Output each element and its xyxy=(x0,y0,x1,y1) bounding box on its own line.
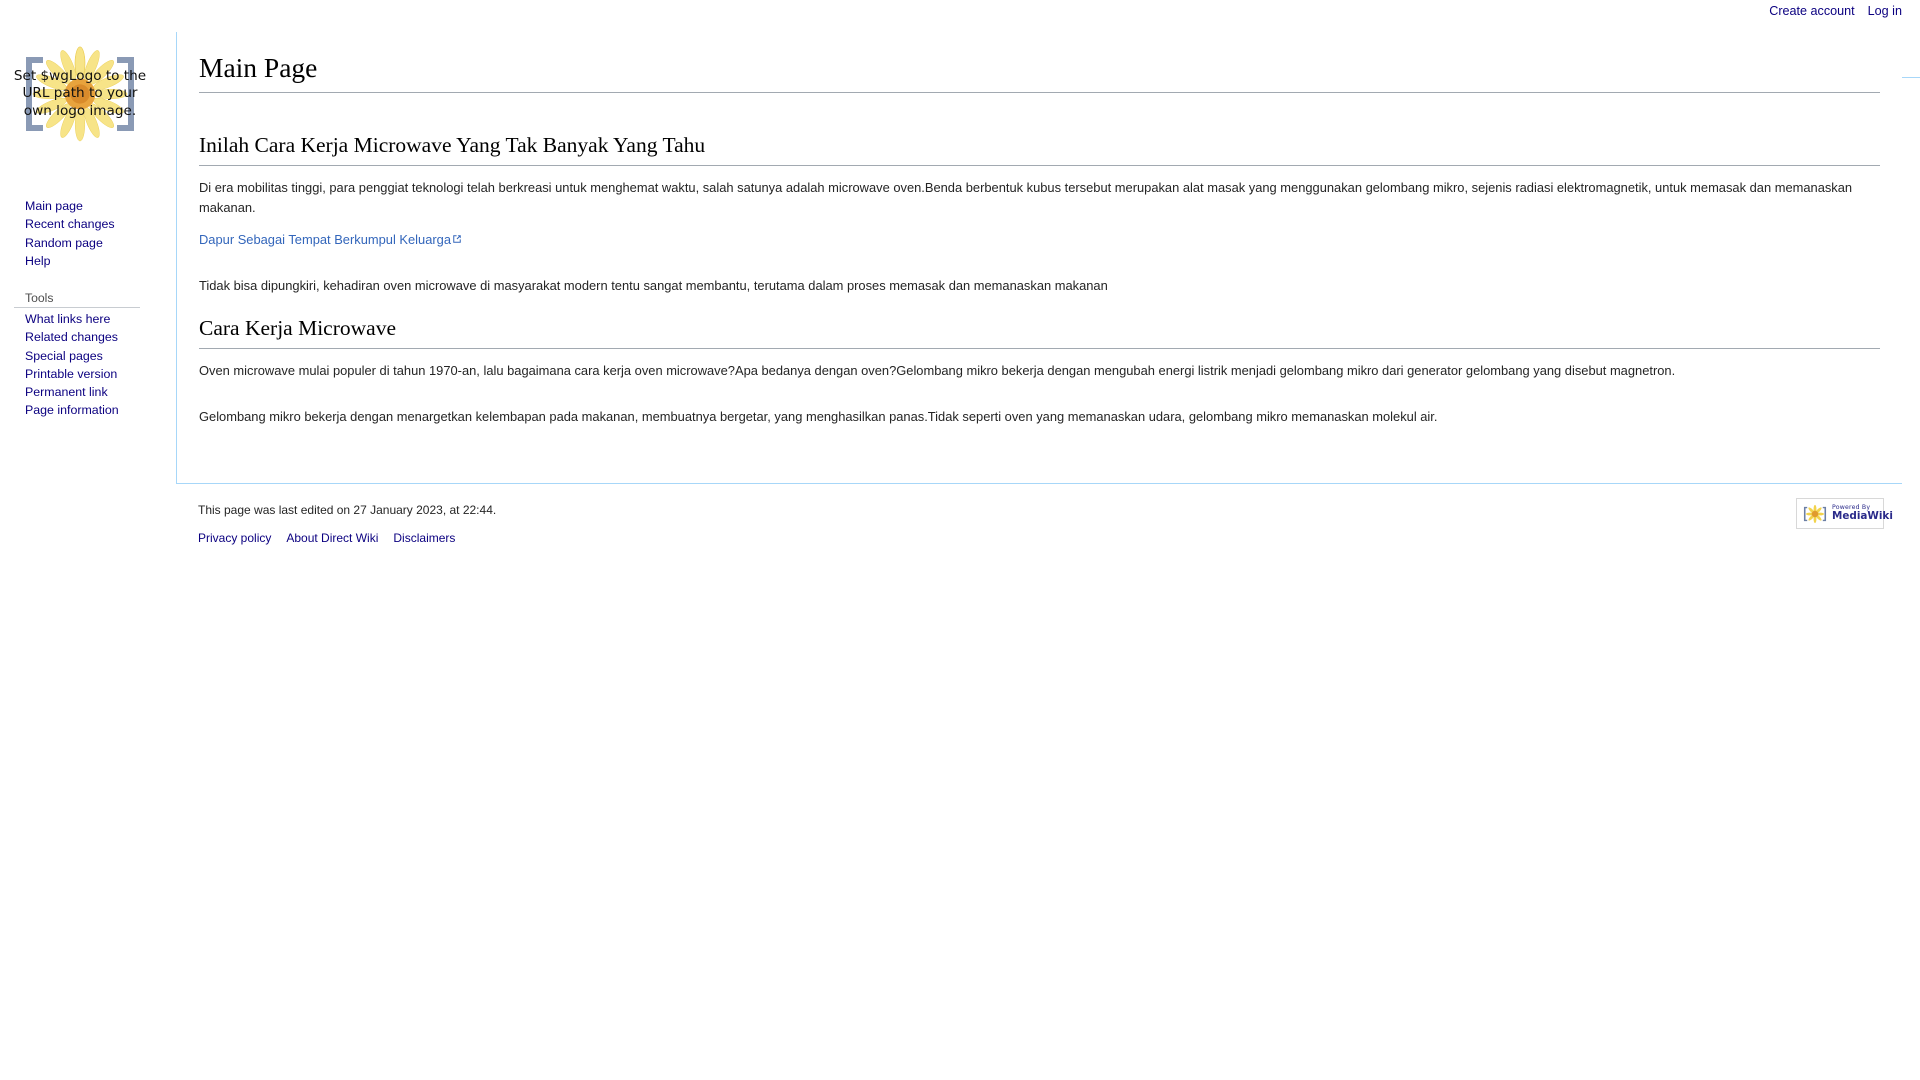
sidebar-item-special-pages[interactable]: Special pages xyxy=(14,348,176,366)
mediawiki-sunflower-icon xyxy=(1803,504,1827,523)
section-heading-1: Inilah Cara Kerja Microwave Yang Tak Ban… xyxy=(199,129,1880,167)
external-link-paragraph: Dapur Sebagai Tempat Berkumpul Keluarga xyxy=(199,230,1880,250)
article-content: Main Page Inilah Cara Kerja Microwave Ya… xyxy=(176,32,1902,484)
sidebar-link-what-links-here[interactable]: What links here xyxy=(25,312,110,326)
sidebar-link-help[interactable]: Help xyxy=(25,254,50,268)
sidebar-link-page-information[interactable]: Page information xyxy=(25,403,119,417)
section2-paragraph-1: Oven microwave mulai populer di tahun 19… xyxy=(199,363,1676,379)
sunflower-icon xyxy=(32,46,128,142)
page-footer: This page was last edited on 27 January … xyxy=(176,484,1902,555)
footer-links: Privacy policy About Direct Wiki Disclai… xyxy=(198,531,1880,545)
sidebar-link-printable-version[interactable]: Printable version xyxy=(25,367,117,381)
section-heading-2: Cara Kerja Microwave xyxy=(199,312,1880,350)
section1-paragraph-2: Tidak bisa dipungkiri, kehadiran oven mi… xyxy=(199,278,1108,294)
external-link-icon xyxy=(453,235,461,243)
footer-link-privacy-policy[interactable]: Privacy policy xyxy=(198,531,271,545)
sidebar-link-special-pages[interactable]: Special pages xyxy=(25,349,103,363)
footer-link-about[interactable]: About Direct Wiki xyxy=(286,531,378,545)
sidebar-item-help[interactable]: Help xyxy=(14,253,176,271)
sidebar-item-recent-changes[interactable]: Recent changes xyxy=(14,216,176,234)
powered-by-mediawiki-badge[interactable]: Powered By MediaWiki xyxy=(1796,498,1893,529)
powered-by-text: Powered By MediaWiki xyxy=(1832,504,1893,523)
footer-item-privacy-policy[interactable]: Privacy policy xyxy=(198,531,271,545)
powered-by-line2: MediaWiki xyxy=(1832,510,1893,523)
login-link[interactable]: Log in xyxy=(1868,4,1902,18)
sidebar-item-printable-version[interactable]: Printable version xyxy=(14,366,176,384)
sidebar-portal-tools: Tools What links here Related changes Sp… xyxy=(0,287,176,421)
article-body: Inilah Cara Kerja Microwave Yang Tak Ban… xyxy=(199,97,1880,428)
footer-link-disclaimers[interactable]: Disclaimers xyxy=(393,531,455,545)
footer-item-disclaimers[interactable]: Disclaimers xyxy=(393,531,455,545)
sidebar-tools-list: What links here Related changes Special … xyxy=(14,311,176,421)
sidebar-item-random-page[interactable]: Random page xyxy=(14,235,176,253)
sidebar-item-permanent-link[interactable]: Permanent link xyxy=(14,384,176,402)
footer-last-edited: This page was last edited on 27 January … xyxy=(198,503,497,517)
site-logo[interactable]: Set $wgLogo to the URL path to your own … xyxy=(0,14,160,174)
sidebar-link-recent-changes[interactable]: Recent changes xyxy=(25,217,115,231)
section2-paragraph-2: Gelombang mikro bekerja dengan menargetk… xyxy=(199,409,1438,425)
sidebar-link-random-page[interactable]: Random page xyxy=(25,236,103,250)
sidebar-tools-heading: Tools xyxy=(14,287,140,308)
external-link-dapur[interactable]: Dapur Sebagai Tempat Berkumpul Keluarga xyxy=(199,232,451,247)
sidebar-link-main-page[interactable]: Main page xyxy=(25,199,83,213)
sidebar-portal-navigation: Navigation Main page Recent changes Rand… xyxy=(0,174,176,271)
page-title: Main Page xyxy=(199,50,1880,93)
sidebar-item-related-changes[interactable]: Related changes xyxy=(14,329,176,347)
sidebar-link-related-changes[interactable]: Related changes xyxy=(25,330,118,344)
footer-item-about[interactable]: About Direct Wiki xyxy=(286,531,378,545)
content-wrapper: Main Page Inilah Cara Kerja Microwave Ya… xyxy=(176,0,1920,555)
personal-tools-bar: Create account Log in xyxy=(1769,0,1920,22)
section1-paragraph-1: Di era mobilitas tinggi, para penggiat t… xyxy=(199,180,1853,216)
sidebar-item-page-information[interactable]: Page information xyxy=(14,402,176,420)
sidebar-item-what-links-here[interactable]: What links here xyxy=(14,311,176,329)
create-account-link[interactable]: Create account xyxy=(1769,4,1854,18)
sidebar-link-permanent-link[interactable]: Permanent link xyxy=(25,385,108,399)
sidebar-navigation-list: Main page Recent changes Random page Hel… xyxy=(14,198,176,271)
sunflower-logo-placeholder-icon: Set $wgLogo to the URL path to your own … xyxy=(12,43,148,145)
footer-icons: Powered By MediaWiki xyxy=(1796,498,1893,529)
sidebar-panel: Set $wgLogo to the URL path to your own … xyxy=(0,0,176,437)
sidebar-item-main-page[interactable]: Main page xyxy=(14,198,176,216)
